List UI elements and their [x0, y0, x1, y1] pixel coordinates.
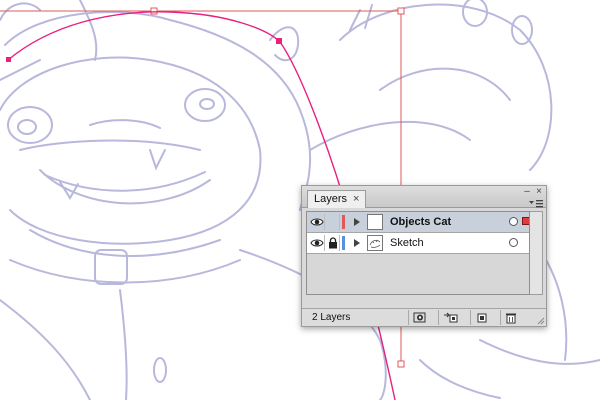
layer-color-swatch — [342, 215, 345, 229]
layer-color-swatch — [342, 236, 345, 250]
collapse-panel-icon[interactable]: – — [522, 187, 532, 197]
panel-menu-icon[interactable] — [529, 199, 543, 209]
clipping-mask-icon — [413, 312, 426, 323]
layers-panel: Layers × – × Objects Cat Sketch 2 Layers — [301, 185, 547, 327]
layer-thumbnail — [367, 235, 383, 251]
expand-triangle-icon[interactable] — [353, 218, 361, 226]
visibility-toggle[interactable] — [309, 235, 325, 251]
anchor-point[interactable] — [276, 38, 282, 44]
layer-thumbnail — [367, 214, 383, 230]
eye-icon — [310, 239, 324, 247]
layers-list: Objects Cat Sketch — [306, 211, 530, 295]
new-sublayer-icon — [444, 312, 458, 323]
target-circle-icon[interactable] — [509, 217, 518, 226]
make-clipping-mask-button[interactable] — [408, 310, 430, 325]
layer-row-sketch[interactable]: Sketch — [307, 233, 529, 254]
close-panel-icon[interactable]: × — [534, 187, 544, 197]
layer-row-objects-cat[interactable]: Objects Cat — [307, 212, 529, 233]
expand-triangle-icon[interactable] — [353, 239, 361, 247]
create-sublayer-button[interactable] — [438, 310, 460, 325]
panel-footer: 2 Layers — [302, 308, 546, 326]
trash-icon — [506, 313, 516, 324]
create-new-layer-button[interactable] — [470, 310, 492, 325]
eye-icon — [310, 218, 324, 226]
anchor-point[interactable] — [6, 57, 11, 62]
selection-indicator[interactable] — [522, 217, 529, 225]
new-layer-icon — [477, 313, 487, 323]
tab-close-icon[interactable]: × — [353, 194, 359, 205]
visibility-toggle[interactable] — [309, 214, 325, 230]
layer-count-label: 2 Layers — [312, 312, 351, 323]
layer-name[interactable]: Objects Cat — [390, 216, 451, 228]
sketch-thumbnail-icon — [369, 239, 381, 248]
tab-layers[interactable]: Layers × — [307, 190, 367, 208]
target-circle-icon[interactable] — [509, 238, 518, 247]
lock-toggle[interactable] — [326, 214, 340, 230]
delete-layer-button[interactable] — [500, 310, 522, 325]
panel-titlebar[interactable]: Layers × – × — [302, 186, 546, 208]
lock-toggle[interactable] — [326, 235, 340, 251]
layers-scrollbar[interactable] — [530, 211, 543, 295]
lock-icon — [329, 237, 337, 249]
layer-name[interactable]: Sketch — [390, 237, 424, 249]
tab-label: Layers — [314, 193, 348, 205]
resize-grip-icon[interactable] — [537, 317, 545, 325]
